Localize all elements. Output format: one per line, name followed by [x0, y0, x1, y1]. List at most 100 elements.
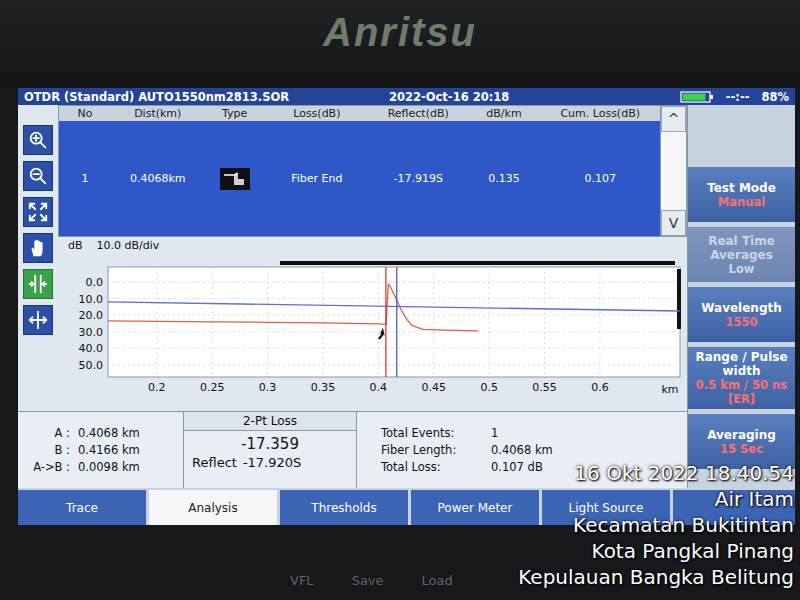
brand-logo: Anritsu [323, 10, 477, 55]
scale-label: 10.0 dB/div [97, 239, 160, 252]
two-point-loss-panel: 2-Pt Loss-17.359Reflect-17.920S [183, 412, 357, 488]
scroll-up-button[interactable]: ^ [661, 106, 686, 132]
event-cell: 0.135 [468, 121, 541, 236]
softkey-title: Test Mode [707, 181, 776, 195]
watermark-line: 16 Okt 2022 18.40.54 [518, 460, 794, 486]
summary-label: Fiber Length: [381, 443, 491, 457]
event-table-panel: NoDist(km)TypeLoss(dB)Reflect(dB)dB/kmCu… [58, 105, 687, 237]
y-tick: 30.0 [79, 326, 104, 339]
x-tick: 0.3 [259, 381, 277, 394]
column-header: No [59, 106, 111, 121]
y-tick: 0.0 [86, 276, 104, 289]
file-title: OTDR (Standard) AUTO1550nm2813.SOR [24, 90, 389, 104]
cursor-value: 0.4166 km [78, 443, 183, 457]
y-tick: 10.0 [79, 293, 104, 306]
softkey-title: Averaging [707, 428, 776, 442]
softkey[interactable]: Range / Pulse width0.5 km / 50 ns [ER] [688, 347, 795, 409]
table-header: NoDist(km)TypeLoss(dB)Reflect(dB)dB/kmCu… [59, 106, 660, 121]
zoom-in-button[interactable] [23, 125, 53, 155]
event-row[interactable]: 10.4068kmFiber End-17.919S0.1350.107 [59, 121, 660, 236]
tab-label: Trace [66, 501, 98, 515]
x-tick: 0.55 [532, 381, 557, 394]
softkey[interactable]: Averaging15 Sec [688, 414, 795, 469]
battery-fill [682, 93, 705, 100]
otdr-screen: OTDR (Standard) AUTO1550nm2813.SOR2022-O… [18, 88, 795, 525]
x-tick: 0.6 [591, 381, 609, 394]
hand-icon [27, 237, 49, 259]
hardware-key[interactable]: Load [422, 573, 453, 588]
reflect-value: -17.920S [243, 455, 301, 470]
title-bar: OTDR (Standard) AUTO1550nm2813.SOR2022-O… [18, 88, 795, 105]
marker-button[interactable] [23, 269, 53, 299]
two-point-value: -17.359 [184, 431, 356, 455]
y-tick: 20.0 [79, 309, 104, 322]
softkey-value: 0.5 km / 50 ns [ER] [692, 378, 791, 406]
watermark-line: Kecamatan Bukitintan [518, 512, 794, 538]
softkey-value: Manual [718, 195, 765, 209]
battery-icon [680, 91, 714, 103]
fit-icon [27, 201, 49, 223]
x-tick: 0.4 [370, 381, 388, 394]
cross-button[interactable] [23, 305, 53, 335]
column-header: Reflect(dB) [369, 106, 468, 121]
y-axis-label: dB [68, 239, 83, 252]
hand-button[interactable] [23, 233, 53, 263]
cross-icon [27, 309, 49, 331]
x-tick: 0.2 [148, 381, 166, 394]
event-cell: 0.107 [540, 121, 660, 236]
tab[interactable]: Trace [18, 490, 146, 525]
device-bezel: Anritsu [0, 0, 800, 88]
tab[interactable]: Power Meter [411, 490, 539, 525]
event-cell: 1 [59, 121, 111, 236]
x-tick: 0.25 [200, 381, 225, 394]
tab[interactable]: Analysis [149, 490, 277, 525]
cursor-label: A : [28, 426, 78, 440]
cursor-value: 0.0098 km [78, 460, 183, 474]
hardware-key[interactable]: VFL [290, 573, 314, 588]
column-header: Dist(km) [111, 106, 205, 121]
event-cell: Fiber End [265, 121, 369, 236]
zoom-range-bar [280, 261, 675, 265]
cursor-marker[interactable] [385, 267, 386, 377]
event-cell: 0.4068km [111, 121, 205, 236]
scroll-down-button[interactable]: V [661, 210, 686, 236]
photo-watermark: 16 Okt 2022 18.40.54Air ItamKecamatan Bu… [518, 460, 794, 590]
otdr-trace-chart[interactable]: 0.0 10.0 20.0 30.0 40.0 50.0 0.2 0.25 0.3 0.35 0.4… [58, 253, 685, 411]
summary-label: Total Loss: [381, 460, 491, 474]
trace-line [108, 302, 680, 311]
summary-value: 0.4068 km [491, 443, 687, 457]
fit-button[interactable] [23, 197, 53, 227]
x-unit: km [661, 383, 678, 396]
softkey-panel: Test ModeManualReal Time AveragesLowWave… [687, 105, 795, 488]
zoom-out-button[interactable] [23, 161, 53, 191]
tab-label: Thresholds [311, 501, 376, 515]
tab-label: Light Source [569, 501, 644, 515]
trace-line [108, 284, 478, 331]
zoom-out-icon [27, 165, 49, 187]
vertical-scroll-bar[interactable] [677, 269, 681, 329]
cursor-marker[interactable] [396, 267, 397, 377]
fiber-end-icon [220, 168, 250, 190]
softkey[interactable]: Test ModeManual [688, 167, 795, 222]
softkey[interactable]: Wavelength1550 [688, 287, 795, 342]
clock: --:-- [726, 90, 750, 104]
watermark-line: Kepulauan Bangka Belitung [518, 564, 794, 590]
watermark-line: Kota Pangkal Pinang [518, 538, 794, 564]
zoom-in-icon [27, 129, 49, 151]
x-tick: 0.45 [422, 381, 447, 394]
watermark-line: Air Itam [518, 486, 794, 512]
y-tick: 40.0 [79, 342, 104, 355]
cursor-value: 0.4068 km [78, 426, 183, 440]
softkey-title: Real Time Averages [692, 234, 791, 262]
hardware-key[interactable]: Save [352, 573, 384, 588]
softkey-value: Low [729, 262, 755, 276]
event-table: NoDist(km)TypeLoss(dB)Reflect(dB)dB/kmCu… [59, 106, 660, 236]
x-tick: 0.35 [311, 381, 336, 394]
table-scrollbar: ^V [660, 106, 686, 236]
y-tick: 50.0 [79, 359, 104, 372]
tab-label: Power Meter [438, 501, 513, 515]
tab[interactable]: Thresholds [280, 490, 408, 525]
cursor-arrow-icon [378, 327, 385, 339]
softkey: Real Time AveragesLow [688, 227, 795, 282]
marker-icon [27, 273, 49, 295]
